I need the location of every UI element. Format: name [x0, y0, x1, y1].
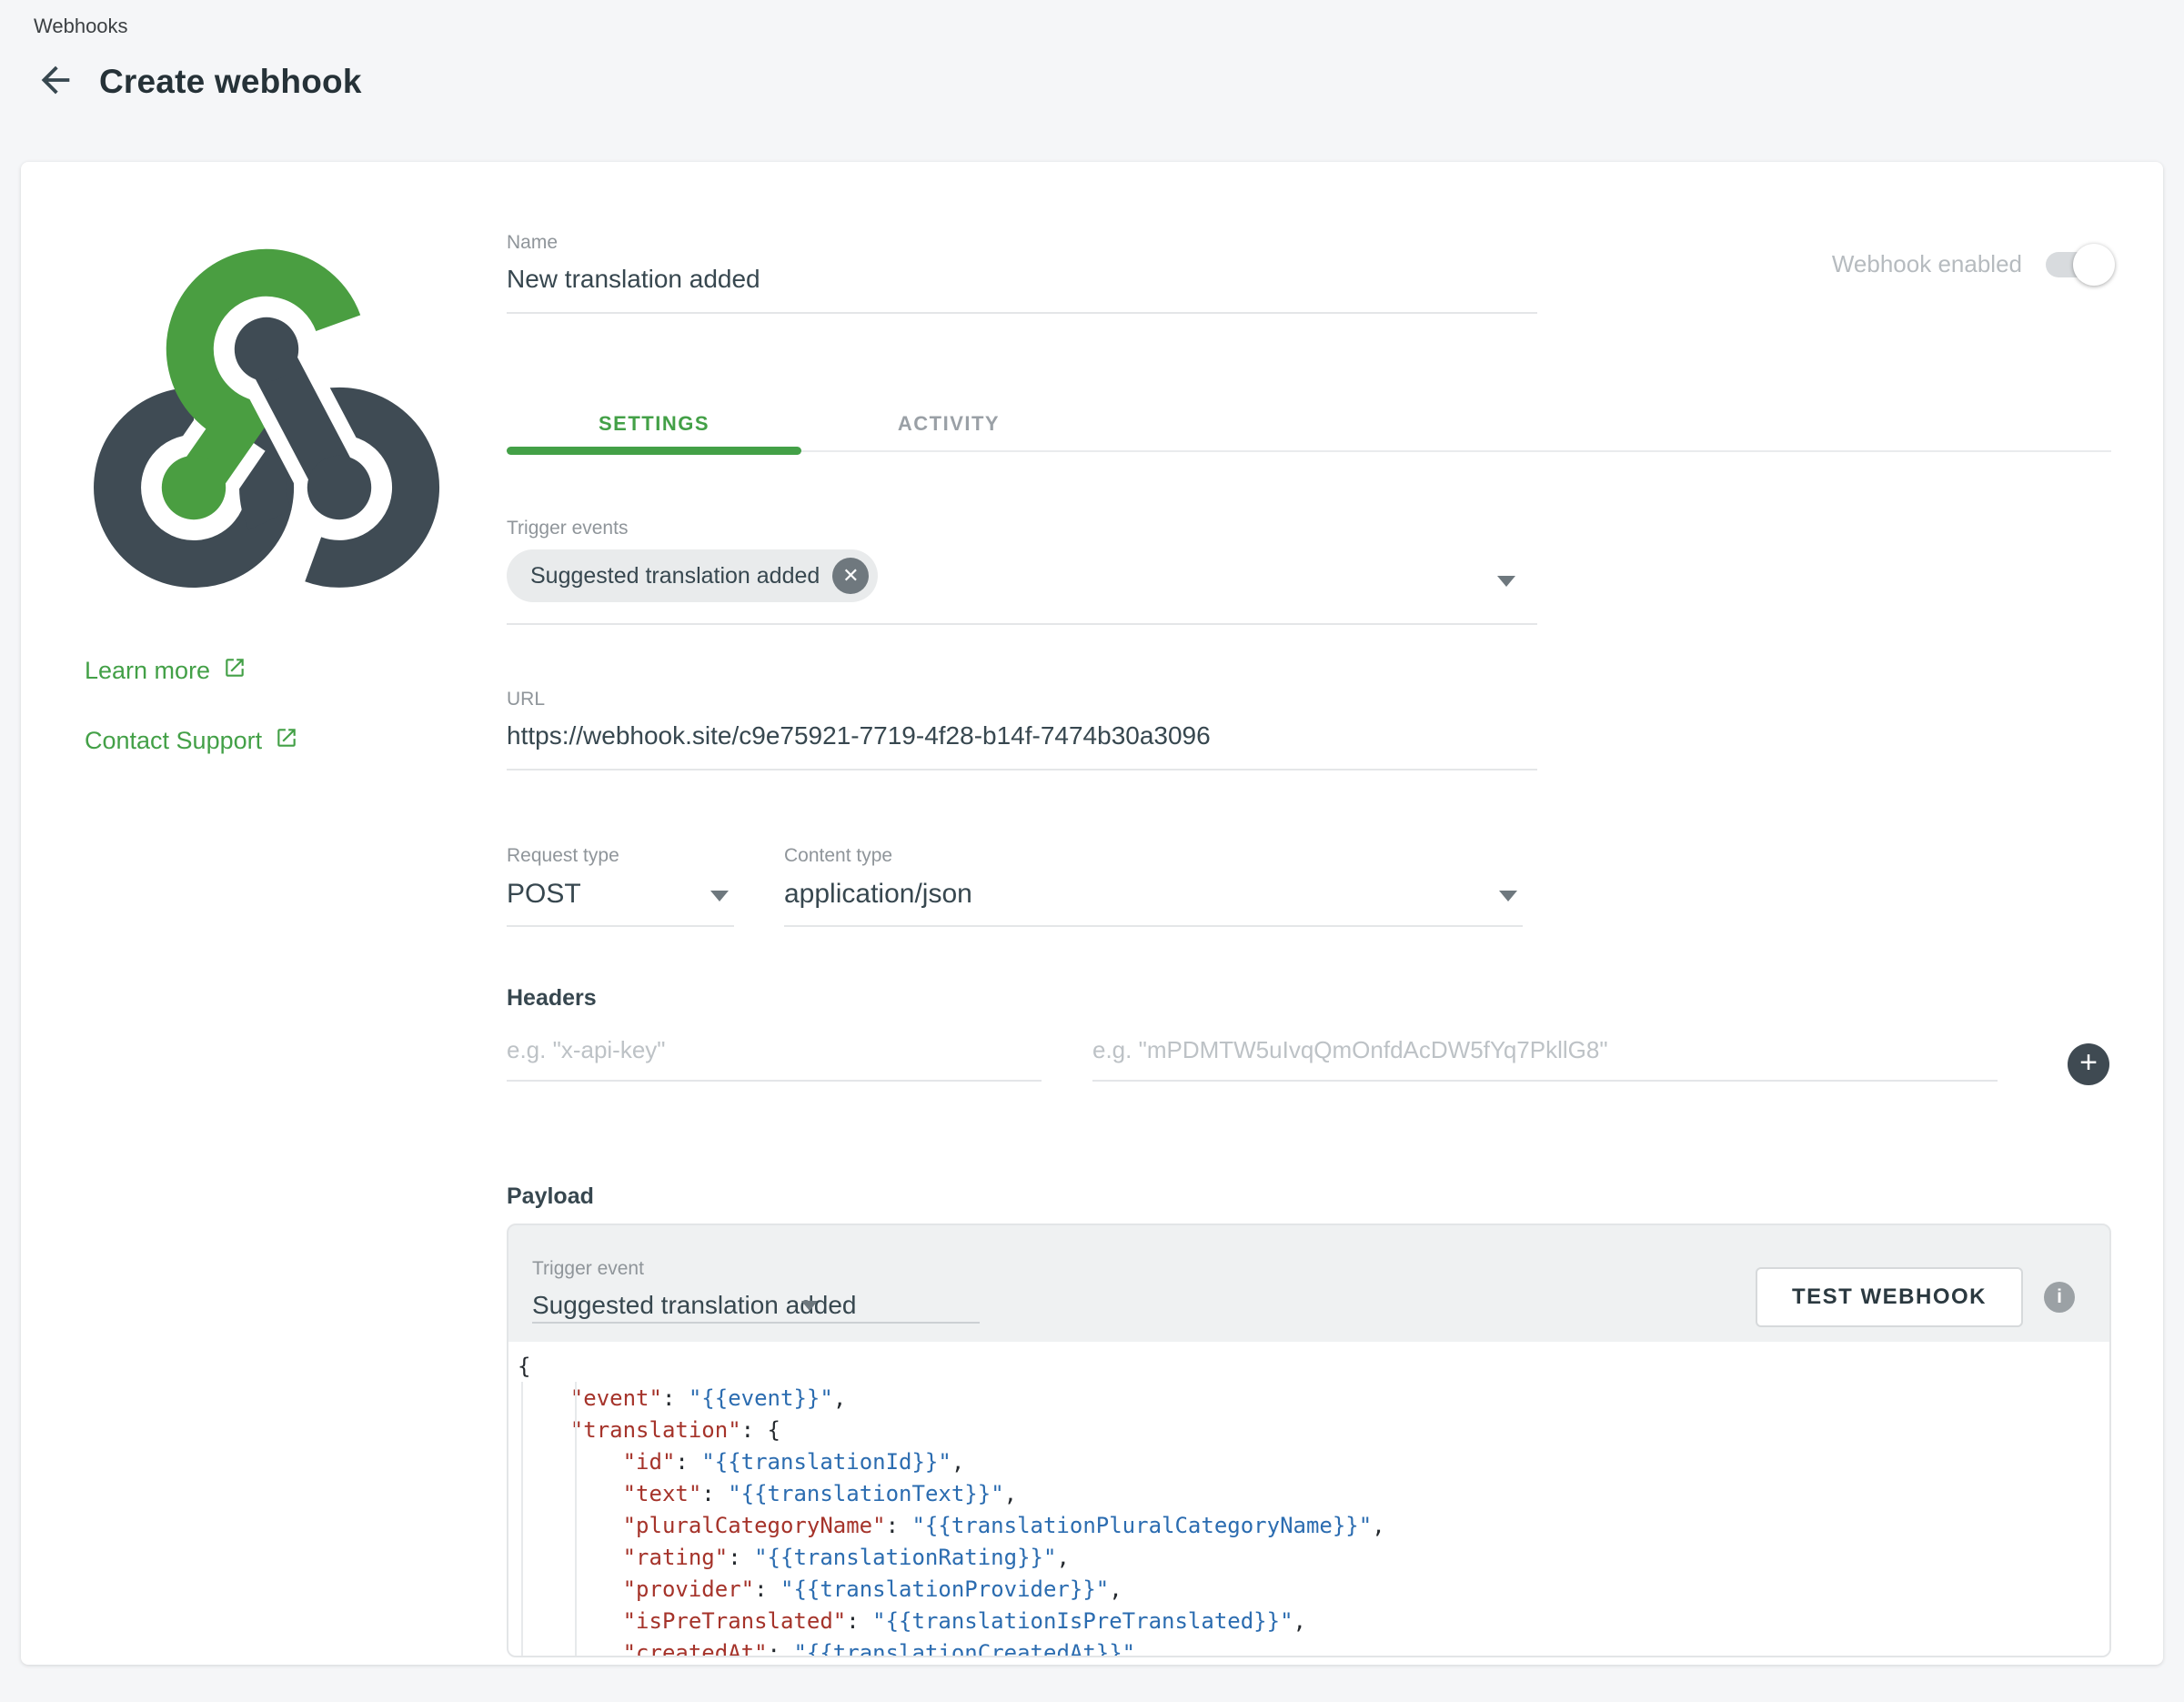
payload-trigger-event-label: Trigger event: [532, 1258, 980, 1280]
url-label: URL: [507, 689, 1537, 710]
code-line: "text": "{{translationText}}",: [518, 1478, 2109, 1510]
code-line: "id": "{{translationId}}",: [518, 1446, 2109, 1478]
header-key-field: [507, 1034, 1042, 1082]
breadcrumb[interactable]: Webhooks: [34, 15, 2184, 38]
plus-icon: +: [2079, 1045, 2098, 1081]
request-type-select[interactable]: Request type POST: [507, 845, 734, 927]
tab-activity[interactable]: ACTIVITY: [801, 398, 1096, 450]
payload-heading: Payload: [507, 1183, 2111, 1211]
trigger-event-chip: Suggested translation added ✕: [507, 549, 878, 602]
chevron-down-icon: [710, 891, 729, 901]
name-field: Name: [507, 232, 1537, 314]
headers-row: +: [507, 1034, 2111, 1082]
type-row: Request type POST Content type applicati…: [507, 845, 2111, 927]
content-type-value: application/json: [784, 876, 1523, 912]
add-header-button[interactable]: +: [2068, 1043, 2109, 1085]
trigger-events-select[interactable]: Suggested translation added ✕: [507, 549, 1537, 603]
test-webhook-button[interactable]: TEST WEBHOOK: [1756, 1267, 2023, 1327]
name-input[interactable]: [507, 263, 1537, 296]
back-button[interactable]: [34, 60, 77, 104]
chip-label: Suggested translation added: [530, 563, 820, 589]
tab-bar: SETTINGS ACTIVITY: [507, 398, 2111, 452]
indent-guide: [521, 1382, 523, 1656]
open-in-new-icon: [275, 726, 298, 756]
learn-more-label: Learn more: [85, 657, 210, 685]
toggle-thumb: [2073, 244, 2115, 286]
payload-panel-header: Trigger event Suggested translation adde…: [508, 1225, 2109, 1342]
tab-settings[interactable]: SETTINGS: [507, 398, 801, 450]
arrow-back-icon: [35, 59, 76, 106]
webhook-enabled-row: Webhook enabled: [1832, 250, 2111, 278]
content-type-select[interactable]: Content type application/json: [784, 845, 1523, 927]
code-line: "createdAt": "{{translationCreatedAt}}",: [518, 1637, 2109, 1656]
top-bar: Webhooks Create webhook: [0, 0, 2184, 104]
chevron-down-icon[interactable]: [1497, 576, 1515, 587]
left-column: Learn more Contact Support: [21, 162, 507, 1665]
request-type-value: POST: [507, 876, 734, 912]
webhook-enabled-label: Webhook enabled: [1832, 250, 2022, 278]
payload-code-area[interactable]: { "event": "{{event}}", "translation": {…: [508, 1342, 2109, 1656]
webhook-card: Learn more Contact Support Name: [21, 162, 2163, 1665]
code-line: "rating": "{{translationRating}}",: [518, 1542, 2109, 1574]
info-icon[interactable]: i: [2044, 1282, 2075, 1313]
chip-remove-icon[interactable]: ✕: [832, 558, 869, 594]
request-type-label: Request type: [507, 845, 734, 867]
payload-code: { "event": "{{event}}", "translation": {…: [518, 1351, 2109, 1656]
trigger-events-field: Trigger events Suggested translation add…: [507, 518, 1537, 625]
contact-support-link[interactable]: Contact Support: [85, 726, 507, 756]
contact-support-label: Contact Support: [85, 727, 262, 755]
name-label: Name: [507, 232, 1537, 254]
payload-panel: Trigger event Suggested translation adde…: [507, 1224, 2111, 1657]
code-line: "isPreTranslated": "{{translationIsPreTr…: [518, 1606, 2109, 1637]
trigger-events-label: Trigger events: [507, 518, 1537, 539]
url-input[interactable]: [507, 720, 1537, 752]
url-field: URL: [507, 689, 1537, 770]
main-column: Name Webhook enabled SETTINGS ACTIVITY T…: [507, 162, 2163, 1665]
page-title: Create webhook: [99, 63, 362, 101]
payload-trigger-event-select[interactable]: Trigger event Suggested translation adde…: [532, 1258, 980, 1324]
code-line: "pluralCategoryName": "{{translationPlur…: [518, 1510, 2109, 1542]
code-line: {: [518, 1351, 2109, 1383]
chevron-down-icon: [1499, 891, 1517, 901]
learn-more-link[interactable]: Learn more: [85, 656, 507, 686]
indent-guide: [575, 1382, 577, 1656]
header-value-field: [1092, 1034, 1998, 1082]
code-line: "provider": "{{translationProvider}}",: [518, 1574, 2109, 1606]
webhook-logo-icon: [85, 239, 448, 590]
open-in-new-icon: [223, 656, 247, 686]
header-value-input[interactable]: [1092, 1034, 1998, 1065]
code-line: "translation": {: [518, 1415, 2109, 1446]
headers-heading: Headers: [507, 985, 2111, 1012]
page: Webhooks Create webhook: [0, 0, 2184, 1702]
code-line: "event": "{{event}}",: [518, 1383, 2109, 1415]
content-type-label: Content type: [784, 845, 1523, 867]
chevron-down-icon: [801, 1301, 818, 1311]
header-key-input[interactable]: [507, 1034, 1042, 1065]
payload-trigger-event-value: Suggested translation added: [532, 1289, 980, 1322]
webhook-enabled-toggle[interactable]: [2046, 252, 2111, 277]
